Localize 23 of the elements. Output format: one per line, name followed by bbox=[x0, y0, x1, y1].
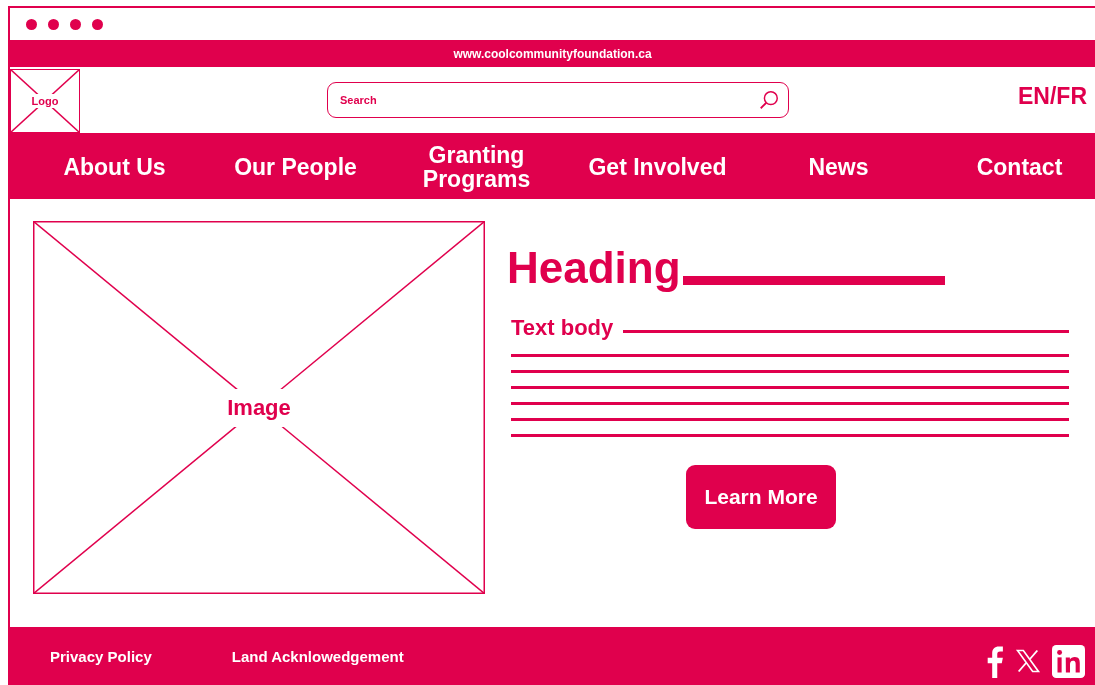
search-icon bbox=[758, 89, 780, 111]
nav-link[interactable]: Contact bbox=[929, 155, 1095, 179]
footer-link[interactable]: Land Acknlowedgement bbox=[231, 647, 404, 665]
nav-link[interactable]: About Us bbox=[24, 155, 205, 179]
search-field[interactable]: Search bbox=[327, 82, 789, 118]
nav-link[interactable]: Granting Programs bbox=[386, 143, 567, 191]
window-dot-icon bbox=[48, 18, 59, 30]
address-bar[interactable]: www.coolcommunityfoundation.ca bbox=[10, 40, 1095, 67]
window-dot-icon bbox=[92, 18, 103, 30]
facebook-icon bbox=[986, 644, 1004, 678]
nav-link[interactable]: Our People bbox=[205, 155, 386, 179]
window-dot-icon bbox=[26, 18, 37, 30]
heading: Heading bbox=[507, 243, 681, 293]
body-label: Text body bbox=[511, 315, 614, 341]
window-dot-icon bbox=[70, 18, 81, 30]
x-icon bbox=[1014, 647, 1042, 675]
logo-label: Logo bbox=[29, 94, 61, 108]
linkedin-icon bbox=[1052, 644, 1085, 678]
footer-link[interactable]: Privacy Policy bbox=[50, 647, 152, 665]
learn-more-button[interactable]: Learn More bbox=[686, 465, 836, 529]
language-link[interactable]: EN/FR bbox=[1018, 83, 1087, 110]
nav-link[interactable]: Get Involved bbox=[567, 155, 748, 179]
nav-link[interactable]: News bbox=[748, 155, 929, 179]
